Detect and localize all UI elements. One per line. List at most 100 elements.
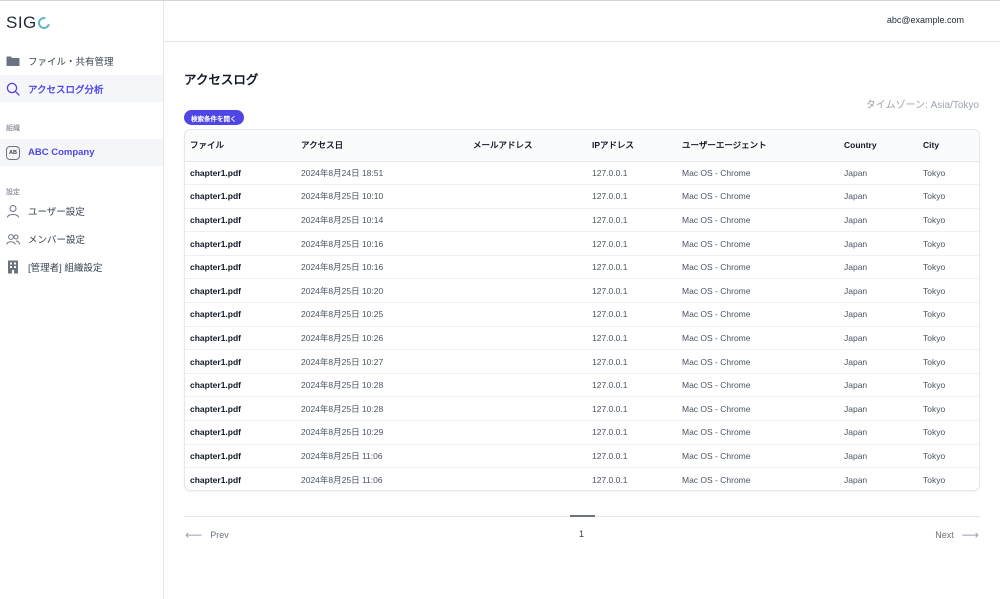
arrow-left-icon: ⟵	[185, 528, 203, 542]
cell-city: Tokyo	[923, 474, 946, 485]
org-avatar: AB	[6, 145, 20, 160]
cell-country: Japan	[844, 474, 868, 485]
table-row[interactable]: chapter1.pdf 2024年8月25日 10:10 127.0.0.1 Mac…	[185, 184, 979, 209]
cell-ip: 127.0.0.1	[587, 161, 677, 186]
page-number-1[interactable]: 1	[579, 529, 584, 539]
sidebar-item-member-settings[interactable]: メンバー設定	[0, 225, 163, 252]
sidebar-item-files[interactable]: ファイル・共有管理	[0, 47, 163, 74]
cell-country: Japan	[839, 349, 918, 374]
cell-date: 2024年8月25日 11:06	[296, 444, 468, 469]
column-header-email: メールアドレス	[468, 130, 587, 162]
cell-email	[468, 184, 587, 209]
cell-city: Tokyo	[918, 161, 979, 186]
column-header-country: Country	[839, 130, 918, 162]
open-search-filters-button[interactable]: 検索条件を開く	[184, 110, 244, 125]
cell-file: chapter1.pdf	[185, 255, 296, 280]
next-page-button[interactable]: Next ⟶	[935, 528, 979, 542]
cell-city: Tokyo	[918, 444, 979, 469]
sidebar-item-access-log[interactable]: アクセスログ分析	[0, 75, 163, 102]
cell-user-agent: Mac OS - Chrome	[677, 444, 839, 469]
cell-date: 2024年8月25日 11:06	[301, 474, 383, 485]
table-row[interactable]: chapter1.pdf 2024年8月25日 11:06 127.0.0.1 Mac…	[185, 444, 979, 469]
org-section-label: 組織	[6, 125, 20, 132]
sidebar-item-user-settings[interactable]: ユーザー設定	[0, 197, 163, 224]
current-page-indicator	[570, 515, 595, 517]
table-body: chapter1.pdf 2024年8月24日 18:51 127.0.0.1 Mac…	[185, 161, 979, 490]
table-row[interactable]: chapter1.pdf 2024年8月25日 10:26 127.0.0.1 Mac…	[185, 326, 979, 351]
cell-email	[468, 326, 587, 351]
table-row[interactable]: chapter1.pdf 2024年8月25日 10:28 127.0.0.1 Mac…	[185, 373, 979, 398]
cell-user-agent: Mac OS - Chrome	[677, 161, 839, 186]
table-row[interactable]: chapter1.pdf 2024年8月25日 10:29 127.0.0.1 Mac…	[185, 420, 979, 445]
cell-date: 2024年8月25日 10:16	[296, 231, 468, 256]
cell-email	[468, 278, 587, 304]
cell-user-agent: Mac OS - Chrome	[677, 278, 839, 304]
sidebar-item-label: [管理者] 組織設定	[28, 262, 103, 274]
app-root: SIG ファイル・共有管理 アクセスログ分析 組織 AB ABC Company…	[0, 0, 1000, 599]
cell-country: Japan	[839, 326, 918, 351]
cell-file: chapter1.pdf	[185, 278, 296, 304]
sidebar-item-label: メンバー設定	[28, 234, 86, 246]
cell-file: chapter1.pdf	[185, 231, 296, 256]
cell-date: 2024年8月25日 10:25	[296, 302, 468, 327]
cell-file: chapter1.pdf	[185, 326, 296, 351]
cell-date: 2024年8月25日 10:14	[296, 208, 468, 233]
cell-file: chapter1.pdf	[185, 420, 296, 445]
cell-email	[468, 161, 587, 186]
cell-country: Japan	[839, 231, 918, 256]
sidebar-item-org-settings[interactable]: [管理者] 組織設定	[0, 253, 163, 280]
table-row[interactable]: chapter1.pdf 2024年8月24日 18:51 127.0.0.1 Mac…	[185, 161, 979, 186]
user-email-menu[interactable]: abc@example.com	[887, 15, 964, 25]
cell-file: chapter1.pdf	[185, 396, 296, 422]
prev-page-button[interactable]: ⟵ Prev	[185, 528, 229, 542]
table-row[interactable]: chapter1.pdf 2024年8月25日 10:20 127.0.0.1 Mac…	[185, 278, 979, 304]
cell-file: chapter1.pdf	[185, 349, 296, 374]
sidebar-item-org[interactable]: AB ABC Company	[0, 139, 163, 166]
table-row[interactable]: chapter1.pdf 2024年8月25日 10:16 127.0.0.1 Mac…	[185, 231, 979, 256]
cell-date: 2024年8月25日 10:20	[296, 278, 468, 304]
user-icon	[6, 204, 20, 218]
cell-email	[468, 468, 587, 490]
cell-ip: 127.0.0.1	[587, 396, 677, 422]
table-row[interactable]: chapter1.pdf 2024年8月25日 11:06 127.0.0.1 Mac…	[185, 468, 979, 490]
table-row[interactable]: chapter1.pdf 2024年8月25日 10:14 127.0.0.1 Mac…	[185, 208, 979, 233]
cell-country: Japan	[839, 184, 918, 209]
arrow-right-icon: ⟶	[961, 528, 979, 542]
cell-file: chapter1.pdf	[185, 161, 296, 186]
cell-city: Tokyo	[918, 420, 979, 445]
cell-ip: 127.0.0.1	[587, 255, 677, 280]
table-row[interactable]: chapter1.pdf 2024年8月25日 10:25 127.0.0.1 Mac…	[185, 302, 979, 327]
cell-country: Japan	[839, 420, 918, 445]
cell-country: Japan	[839, 208, 918, 233]
cell-file: chapter1.pdf	[190, 474, 242, 485]
cell-file: chapter1.pdf	[185, 208, 296, 233]
cell-user-agent: Mac OS - Chrome	[677, 184, 839, 209]
top-header: abc@example.com	[164, 1, 1000, 42]
table-row[interactable]: chapter1.pdf 2024年8月25日 10:27 127.0.0.1 Mac…	[185, 349, 979, 374]
column-header-city: City	[918, 130, 979, 162]
cell-city: Tokyo	[918, 255, 979, 280]
cell-ip: 127.0.0.1	[587, 184, 677, 209]
cell-file: chapter1.pdf	[185, 302, 296, 327]
cell-ip: 127.0.0.1	[587, 420, 677, 445]
cell-user-agent: Mac OS - Chrome	[677, 302, 839, 327]
cell-email	[468, 349, 587, 374]
cell-user-agent: Mac OS - Chrome	[677, 255, 839, 280]
table-row[interactable]: chapter1.pdf 2024年8月25日 10:16 127.0.0.1 Mac…	[185, 255, 979, 280]
cell-email	[468, 302, 587, 327]
org-name: ABC Company	[28, 147, 95, 158]
cell-file: chapter1.pdf	[185, 444, 296, 469]
sidebar: SIG ファイル・共有管理 アクセスログ分析 組織 AB ABC Company…	[0, 1, 164, 599]
cell-email	[468, 373, 587, 398]
search-icon	[6, 82, 20, 96]
cell-user-agent: Mac OS - Chrome	[677, 326, 839, 351]
cell-city: Tokyo	[918, 349, 979, 374]
settings-section-label: 設定	[6, 189, 20, 196]
cell-country: Japan	[839, 255, 918, 280]
cell-country: Japan	[839, 396, 918, 422]
cell-ip: 127.0.0.1	[587, 373, 677, 398]
cell-ip: 127.0.0.1	[587, 231, 677, 256]
logo[interactable]: SIG	[6, 13, 52, 33]
table-row[interactable]: chapter1.pdf 2024年8月25日 10:28 127.0.0.1 Mac…	[185, 396, 979, 422]
cell-city: Tokyo	[918, 278, 979, 304]
